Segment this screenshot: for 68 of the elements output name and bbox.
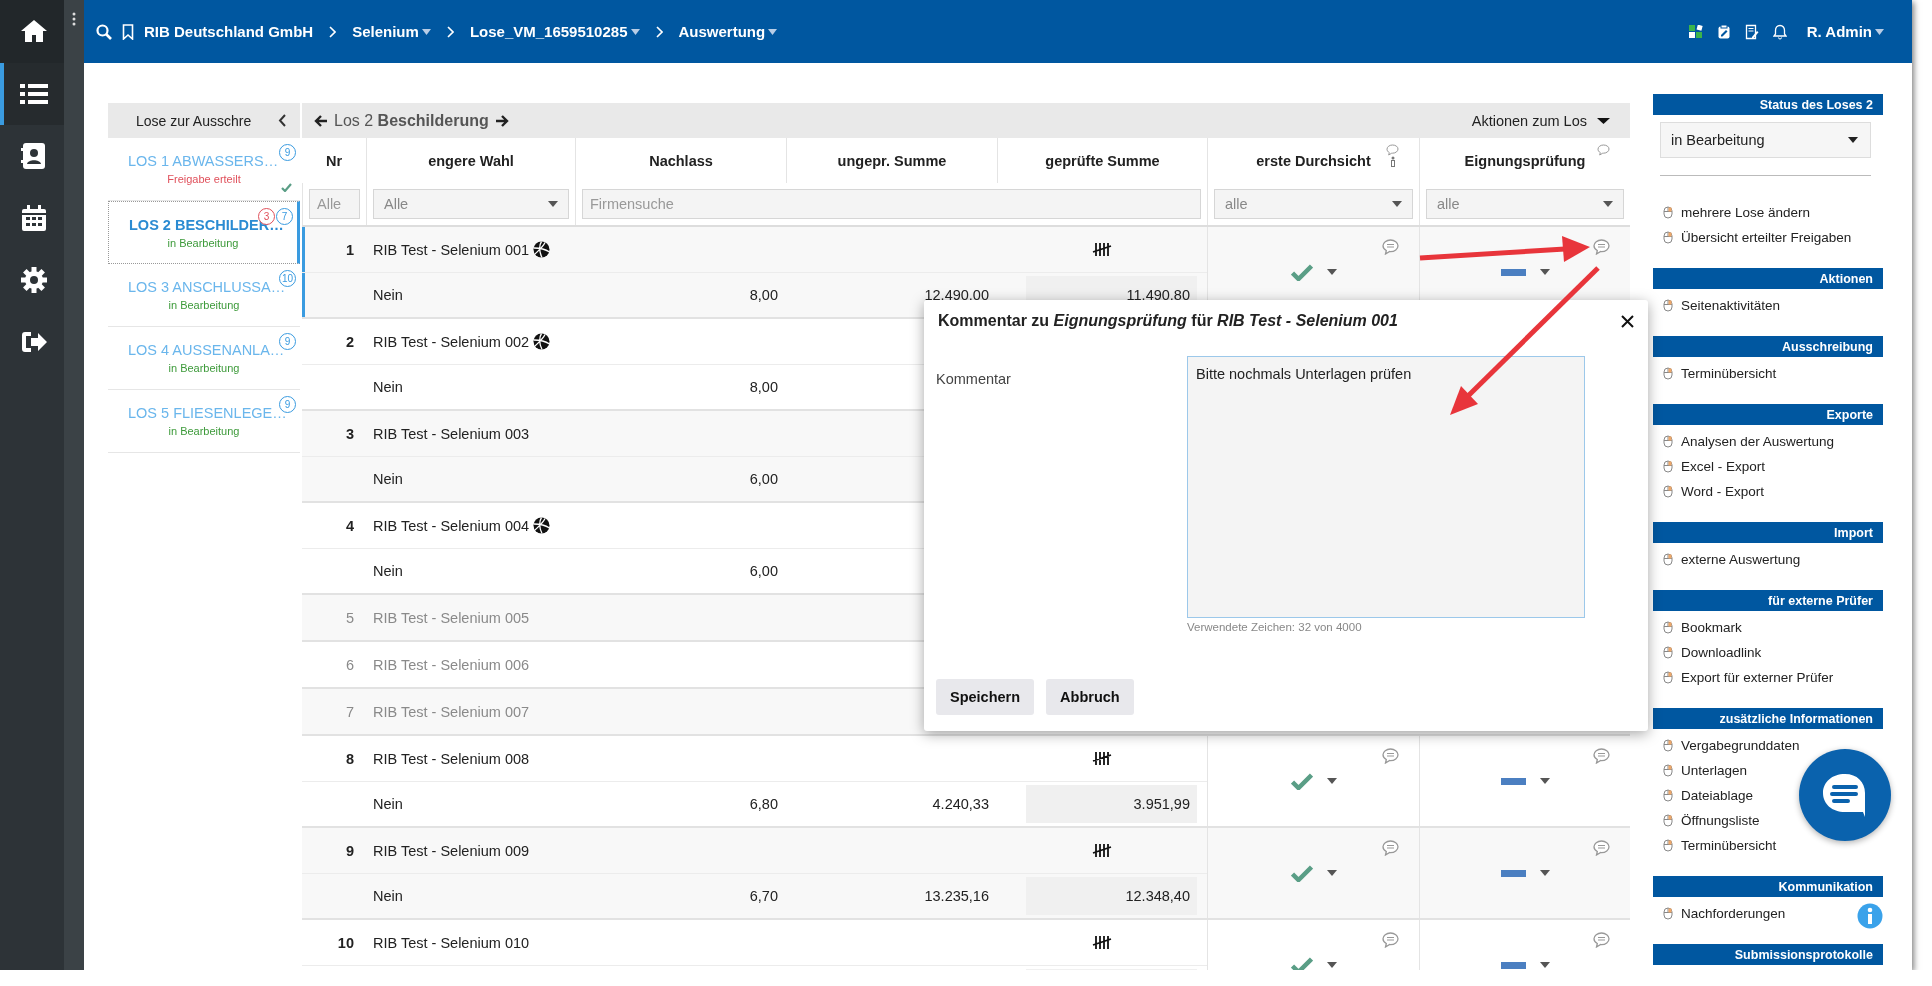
bidder-name: RIB Test - Selenium 005 (373, 609, 530, 626)
count-badge: 9 (279, 333, 296, 350)
column-header: Nachlass (649, 152, 713, 169)
section-header: Kommunikation (1653, 876, 1883, 897)
row-number: 1 (344, 240, 355, 260)
bidder-name: RIB Test - Selenium 002 (373, 333, 530, 350)
lots-title: Lose zur Ausschre (136, 112, 252, 129)
column-header: Nr (325, 152, 343, 169)
cell-text: 8,00 (749, 379, 778, 395)
cell-text: Nein (373, 796, 403, 812)
bidder-name: RIB Test - Selenium 004 (373, 517, 530, 534)
cell-text: Nein (373, 888, 403, 904)
bidder-name: RIB Test - Selenium 006 (373, 656, 530, 673)
bidder-name: RIB Test - Selenium 001 (373, 241, 530, 258)
column-header: geprüfte Summe (1045, 152, 1160, 169)
section-header: für externe Prüfer (1653, 590, 1883, 611)
lot-heading: Los 2 Beschilderung (334, 111, 489, 130)
row-number: 10 (336, 933, 355, 953)
cell-text: 6,80 (749, 796, 778, 812)
row-number: 2 (344, 332, 355, 352)
cell-text: 6,70 (749, 888, 778, 904)
section-header: Status des Loses 2 (1653, 94, 1883, 115)
section-header: Exporte (1653, 404, 1883, 425)
cell-text: Nein (373, 287, 403, 303)
lot-status: in Bearbeitung (168, 362, 240, 374)
bidder-name: RIB Test - Selenium 008 (373, 750, 530, 767)
column-header: erste Durchsicht (1256, 152, 1371, 169)
count-badge: 9 (279, 144, 296, 161)
column-header: Eignungsprüfung (1464, 152, 1586, 169)
cell-text: 6,00 (749, 563, 778, 579)
lot-status: in Bearbeitung (168, 425, 240, 437)
cell-text: Nein (373, 471, 403, 487)
row-number: 9 (344, 841, 355, 861)
count-badge: 9 (279, 396, 296, 413)
cell-text: Nein (373, 563, 403, 579)
cell-text: 8,00 (749, 287, 778, 303)
section-header: Import (1653, 522, 1883, 543)
section-header: Submissionsprotokolle (1653, 944, 1883, 965)
bidder-name: RIB Test - Selenium 003 (373, 425, 530, 442)
row-number: 8 (344, 749, 355, 769)
bidder-name: RIB Test - Selenium 009 (373, 842, 530, 859)
lot-title: LOS 1 ABWASSERS… (128, 153, 279, 169)
count-badge: 7 (276, 208, 293, 225)
character-counter: Verwendete Zeichen: 32 von 4000 (1187, 621, 1363, 633)
cell-text: 13.235,16 (924, 888, 989, 904)
column-header: ungepr. Summe (837, 152, 947, 169)
cell-text: 6,00 (749, 471, 778, 487)
sum-field: 12.348,40 (1026, 877, 1197, 915)
sum-field: 3.951,99 (1026, 785, 1197, 823)
row-number: 5 (344, 608, 355, 628)
bidder-name: RIB Test - Selenium 007 (373, 703, 530, 720)
row-number: 6 (344, 655, 355, 675)
row-number: 3 (344, 424, 355, 444)
field-label: Kommentar (936, 370, 1012, 389)
section-header: zusätzliche Informationen (1653, 708, 1883, 729)
bidder-name: RIB Test - Selenium 010 (373, 934, 530, 951)
row-number: 4 (344, 516, 355, 536)
lot-status: in Bearbeitung (168, 299, 240, 311)
section-header: Ausschreibung (1653, 336, 1883, 357)
lot-status: Freigabe erteilt (167, 173, 241, 185)
count-badge: 10 (279, 270, 296, 287)
section-header: Aktionen (1653, 268, 1883, 289)
cell-text: Nein (373, 379, 403, 395)
cell-text: 4.240,33 (932, 796, 989, 812)
row-number: 7 (344, 702, 355, 722)
cell-text: 12.490,00 (924, 287, 989, 303)
column-header: engere Wahl (428, 152, 514, 169)
lot-status: in Bearbeitung (167, 236, 239, 249)
